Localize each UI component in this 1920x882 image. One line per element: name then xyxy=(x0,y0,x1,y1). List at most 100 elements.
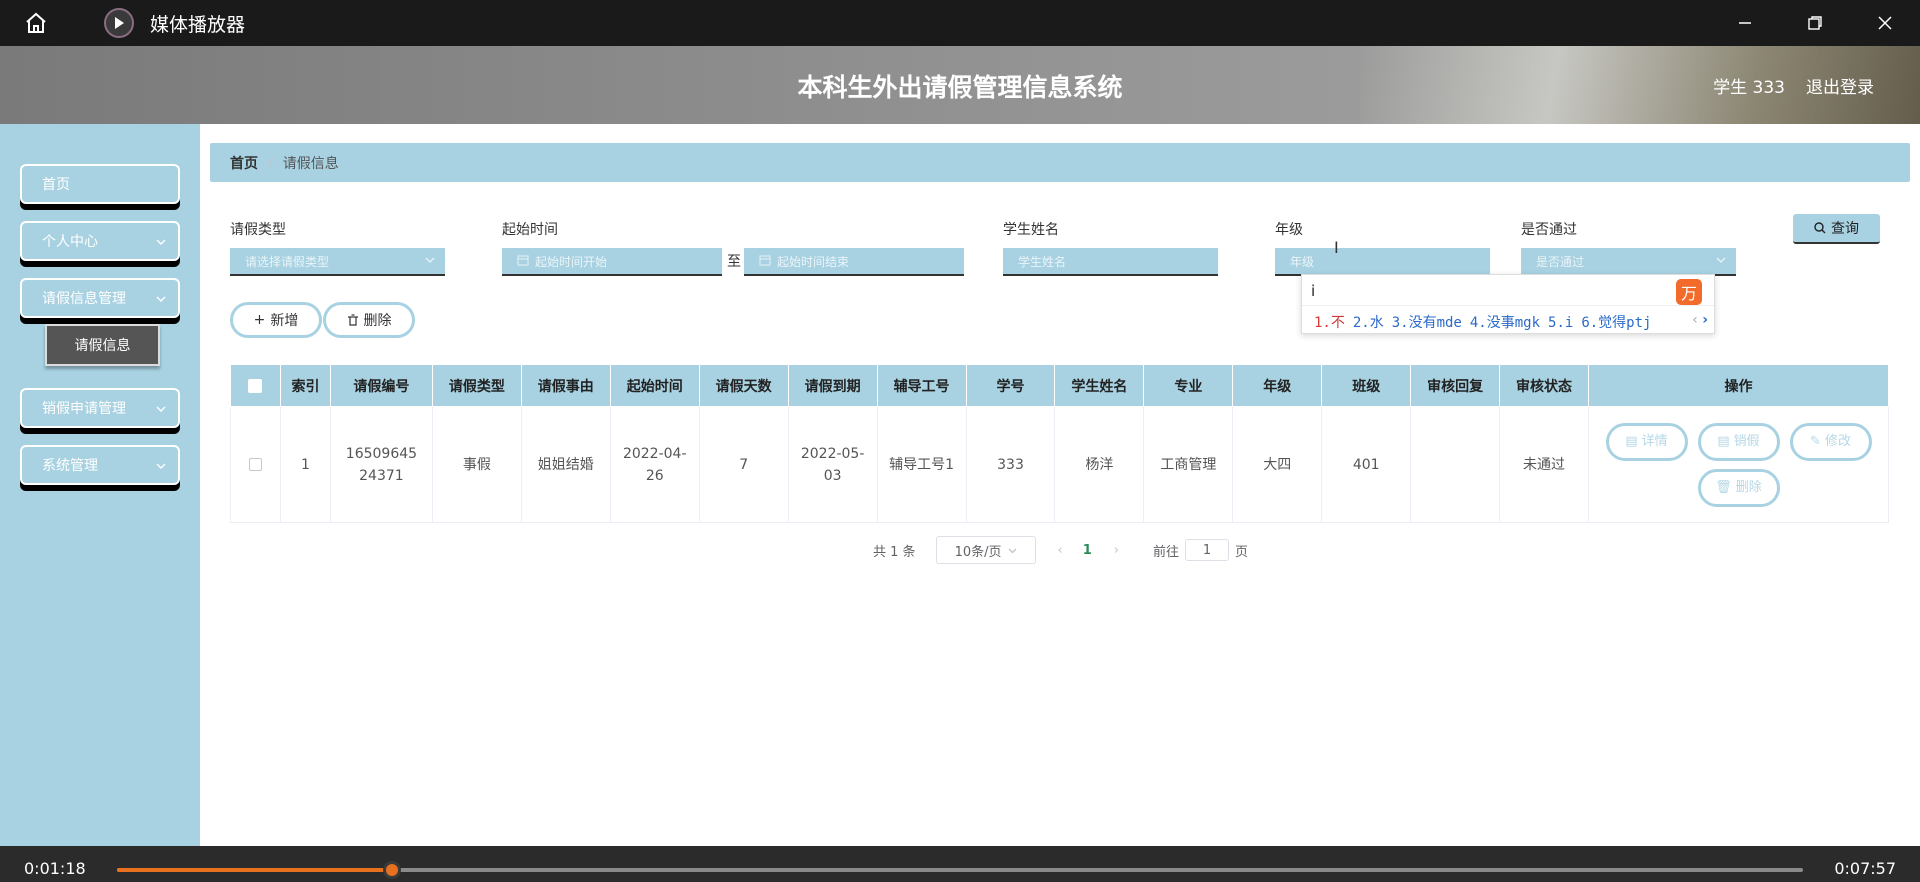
breadcrumb-home[interactable]: 首页 xyxy=(230,153,258,173)
cell-end: 2022-05-03 xyxy=(787,406,878,523)
leave-type-select[interactable]: 请选择请假类型 xyxy=(230,248,445,276)
approved-placeholder: 是否通过 xyxy=(1536,254,1585,269)
ime-candidate[interactable]: 6.觉得ptj xyxy=(1581,315,1651,331)
column-header: 请假类型 xyxy=(431,364,522,407)
sidebar-item-home[interactable]: 首页 xyxy=(20,164,180,204)
column-header: 审核回复 xyxy=(1410,364,1501,407)
table-row: 1 1650964524371 事假 姐姐结婚 2022-04-26 7 202… xyxy=(230,406,1889,523)
chevron-down-icon xyxy=(156,459,166,475)
goto-page-input[interactable]: 1 xyxy=(1185,539,1230,561)
ime-page-arrows[interactable]: ‹ › xyxy=(1692,312,1708,328)
edit-button-label: 修改 xyxy=(1824,433,1851,449)
cancel-leave-button-label: 销假 xyxy=(1733,433,1760,449)
ime-logo-icon[interactable]: 万 xyxy=(1676,279,1702,305)
restore-icon[interactable] xyxy=(1780,0,1850,46)
goto-suffix: 页 xyxy=(1235,544,1249,560)
grade-input[interactable]: 年级 xyxy=(1275,248,1490,276)
leave-type-label: 请假类型 xyxy=(230,222,286,238)
add-button[interactable]: + 新增 xyxy=(230,302,322,338)
plus-icon: + xyxy=(253,312,266,328)
logout-link[interactable]: 退出登录 xyxy=(1806,73,1874,98)
cell-reply xyxy=(1410,406,1501,523)
page-size-value: 10条/页 xyxy=(954,544,1002,560)
cell-grade: 大四 xyxy=(1232,406,1323,523)
start-time-from-input[interactable]: 起始时间开始 xyxy=(502,248,722,276)
leave-no-text: 1650964524371 xyxy=(345,445,418,484)
column-header: 请假天数 xyxy=(698,364,789,407)
column-header: 年级 xyxy=(1232,364,1323,407)
add-button-label: 新增 xyxy=(270,313,299,329)
text-cursor-icon: I xyxy=(1334,238,1339,257)
cell-leave-no: 1650964524371 xyxy=(329,406,433,523)
chevron-down-icon xyxy=(425,254,435,268)
page-size-select[interactable]: 10条/页 xyxy=(935,536,1036,564)
seek-bar-progress xyxy=(117,868,392,872)
row-checkbox[interactable] xyxy=(230,406,281,523)
goto-prefix: 前往 xyxy=(1153,544,1180,560)
delete-button-label: 删除 xyxy=(363,313,392,329)
calendar-icon xyxy=(759,254,771,269)
seek-bar[interactable] xyxy=(117,861,1803,879)
total-count: 共 1 条 xyxy=(873,544,916,560)
ime-candidates: 1.不 2.水 3.没有mde 4.没事mgk 5.i 6.觉得ptj xyxy=(1314,312,1659,332)
cell-tutor-id: 辅导工号1 xyxy=(876,406,967,523)
sidebar-subitem-leave-info[interactable]: 请假信息 xyxy=(45,324,160,366)
cell-actions: ▤ 详情 ▤ 销假 ✎ 修改 🗑 删除 xyxy=(1588,406,1889,523)
prev-page-icon[interactable]: ‹ xyxy=(1058,543,1063,558)
sidebar-item-personal-center[interactable]: 个人中心 xyxy=(20,221,180,261)
seek-bar-thumb[interactable] xyxy=(382,861,401,879)
grade-label: 年级 xyxy=(1275,222,1303,238)
sidebar-item-cancel-leave-management[interactable]: 销假申请管理 xyxy=(20,388,180,428)
row-delete-button-label: 删除 xyxy=(1735,479,1762,495)
start-date-text: 2022-04-26 xyxy=(622,445,687,484)
column-header: 请假编号 xyxy=(329,364,433,407)
row-delete-button[interactable]: 🗑 删除 xyxy=(1697,468,1780,507)
ime-candidate[interactable]: 3.没有mde xyxy=(1392,315,1462,331)
page-number-current[interactable]: 1 xyxy=(1083,543,1092,558)
column-header: 请假事由 xyxy=(520,364,611,407)
cancel-leave-button[interactable]: ▤ 销假 xyxy=(1697,422,1780,461)
pagination: 共 1 条 10条/页 ‹ 1 › 前往 1 页 xyxy=(873,536,1248,564)
edit-icon: ✎ xyxy=(1810,433,1821,449)
search-icon xyxy=(1814,222,1826,234)
column-header: 专业 xyxy=(1143,364,1234,407)
leave-table: 索引 请假编号 请假类型 请假事由 起始时间 请假天数 请假到期 辅导工号 学号… xyxy=(230,364,1889,523)
sidebar-item-label: 系统管理 xyxy=(42,458,98,474)
ime-candidate-popup[interactable]: i 万 1.不 2.水 3.没有mde 4.没事mgk 5.i 6.觉得ptj ‹ › xyxy=(1301,274,1715,334)
start-time-to-placeholder: 起始时间结束 xyxy=(777,254,850,269)
sidebar-item-label: 个人中心 xyxy=(42,234,98,250)
student-name-label: 学生姓名 xyxy=(1003,222,1059,238)
app-header: 本科生外出请假管理信息系统 学生 333 退出登录 xyxy=(0,46,1920,124)
minimize-icon[interactable] xyxy=(1710,0,1780,46)
detail-button-label: 详情 xyxy=(1641,433,1668,449)
edit-button[interactable]: ✎ 修改 xyxy=(1789,422,1872,461)
approved-select[interactable]: 是否通过 xyxy=(1521,248,1736,276)
calendar-icon xyxy=(517,254,529,269)
column-header: 学生姓名 xyxy=(1054,364,1145,407)
select-all-checkbox[interactable] xyxy=(230,364,281,407)
column-header: 索引 xyxy=(279,364,331,407)
home-icon[interactable] xyxy=(18,5,54,41)
next-page-icon[interactable]: › xyxy=(1114,543,1119,558)
sidebar-item-leave-management[interactable]: 请假信息管理 xyxy=(20,278,180,318)
start-time-to-input[interactable]: 起始时间结束 xyxy=(744,248,964,276)
cell-reason: 姐姐结婚 xyxy=(520,406,611,523)
delete-button[interactable]: 删除 xyxy=(323,302,415,338)
detail-button[interactable]: ▤ 详情 xyxy=(1605,422,1688,461)
duration: 0:07:57 xyxy=(1834,859,1896,878)
chevron-down-icon xyxy=(156,292,166,308)
ime-candidate[interactable]: 2.水 xyxy=(1353,315,1384,331)
media-player-logo-icon xyxy=(104,8,134,38)
cell-start: 2022-04-26 xyxy=(609,406,700,523)
close-icon[interactable] xyxy=(1850,0,1920,46)
query-button[interactable]: 查询 xyxy=(1793,214,1880,244)
ime-candidate[interactable]: 5.i xyxy=(1548,315,1573,331)
cell-status: 未通过 xyxy=(1499,406,1590,523)
sidebar-item-system-management[interactable]: 系统管理 xyxy=(20,445,180,485)
ime-candidate[interactable]: 1.不 xyxy=(1314,315,1345,331)
chevron-down-icon xyxy=(156,402,166,418)
current-time: 0:01:18 xyxy=(24,859,86,878)
ime-candidate[interactable]: 4.没事mgk xyxy=(1470,315,1540,331)
leave-type-placeholder: 请选择请假类型 xyxy=(245,254,330,269)
student-name-input[interactable]: 学生姓名 xyxy=(1003,248,1218,276)
